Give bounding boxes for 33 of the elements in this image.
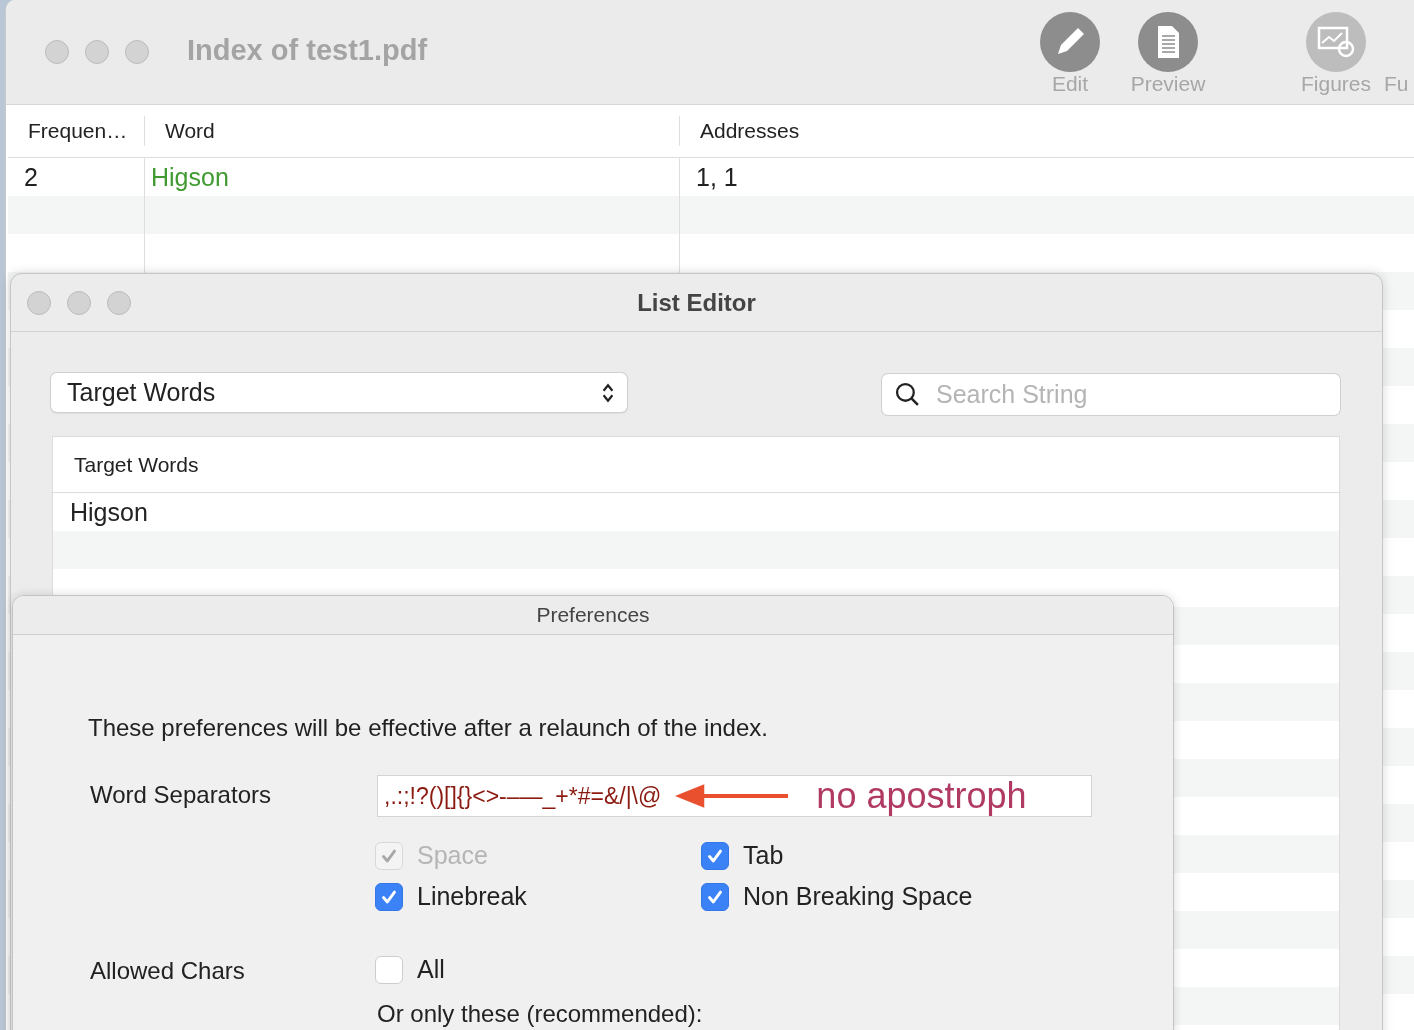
column-header[interactable]: Target Words	[53, 452, 199, 477]
minimize-button[interactable]	[85, 40, 109, 64]
search-field[interactable]: Search String	[882, 374, 1340, 415]
close-button[interactable]	[27, 290, 51, 315]
zoom-button[interactable]	[107, 290, 131, 315]
checkbox[interactable]: Non Breaking Space	[701, 882, 1173, 911]
window-title: Index of test1.pdf	[187, 33, 428, 68]
picture-icon	[1306, 12, 1366, 72]
pencil-icon	[1040, 12, 1100, 72]
sheet-title: Preferences	[536, 603, 650, 627]
chevron-updown-icon	[601, 381, 615, 404]
note-text: These preferences will be effective after a relaunch of the index.	[88, 713, 769, 743]
checkbox[interactable]: Tab	[701, 841, 1173, 870]
annotation-text: no apostroph	[816, 775, 1027, 817]
list-item[interactable]: Higson	[53, 497, 148, 527]
minimize-button[interactable]	[67, 290, 91, 315]
list-popup-button[interactable]: Target Words	[51, 373, 627, 412]
close-button[interactable]	[45, 40, 69, 64]
document-icon	[1138, 12, 1198, 72]
column-header[interactable]: Addresses	[679, 116, 1414, 146]
zoom-button[interactable]	[125, 40, 149, 64]
window-title: List Editor	[637, 288, 756, 317]
field-label: Word Separators	[89, 780, 272, 810]
checkbox[interactable]: All	[375, 955, 1173, 984]
hint-text: Or only these (recommended):	[376, 1000, 704, 1028]
search-icon	[895, 382, 920, 407]
arrow-icon	[675, 783, 789, 809]
checkbox[interactable]: Linebreak	[375, 882, 701, 911]
field-label: Allowed Chars	[89, 956, 246, 986]
separators-field[interactable]: ,.:;!?()[]{}<>-–—_+*#=&/|\@ no apostroph	[377, 775, 1092, 817]
column-header[interactable]: Word	[144, 116, 679, 146]
table-cell-text: 2	[23, 162, 39, 193]
column-header[interactable]: Frequen…	[8, 116, 144, 146]
